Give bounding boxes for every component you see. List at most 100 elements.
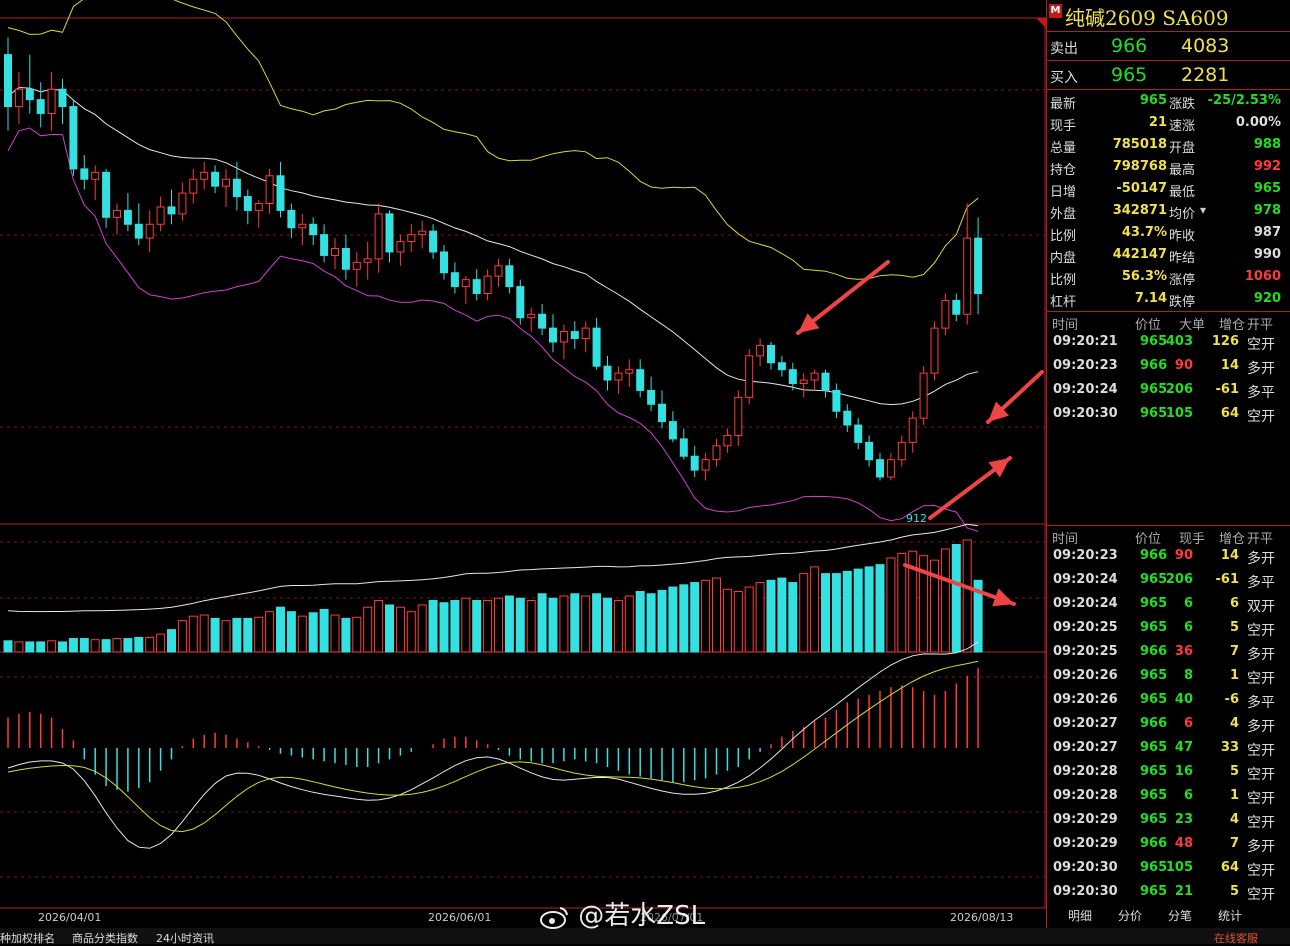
volume-bar [276, 606, 285, 653]
kline-chart[interactable]: 912 2026/04/01 2026/06/01 2026/07/01 202… [0, 0, 1046, 930]
boll-mid-line [7, 86, 979, 406]
stat-value: 7.14 [1134, 291, 1167, 306]
stat-value: 965 [1253, 181, 1281, 196]
candle-body [679, 438, 688, 457]
stat-value: 987 [1253, 225, 1281, 240]
candle-body [865, 441, 874, 461]
macd-dea-line [7, 660, 979, 833]
stat-value: 798768 [1112, 159, 1167, 174]
caret-down-icon[interactable]: ▾ [1200, 203, 1206, 217]
stat-label: 最高 [1169, 163, 1196, 178]
volume-bar [515, 597, 525, 653]
trade-type: 空开 [1247, 815, 1275, 831]
candle-body [254, 202, 263, 211]
tab-price-dist[interactable]: 分价 [1110, 906, 1150, 926]
trade-volume: 8 [1183, 668, 1193, 683]
volume-bar [624, 595, 634, 653]
stat-label: 杠杆 [1050, 295, 1077, 310]
trade-volume: 403 [1165, 334, 1193, 349]
volume-bar [940, 548, 950, 653]
trade-price: 965 [1140, 788, 1168, 803]
candle-body [941, 299, 950, 329]
candle-body [963, 237, 972, 315]
ask-row: 卖出 966 4083 [1047, 32, 1290, 60]
trade-oi-change: 126 [1211, 334, 1239, 349]
candle-body [287, 209, 296, 229]
candle-body [897, 441, 906, 461]
volume-bar [232, 617, 242, 653]
x-tick-label: 2026/04/01 [38, 911, 101, 924]
candle-body [4, 54, 12, 108]
trade-volume: 48 [1174, 836, 1193, 851]
stat-label: 速涨 [1169, 119, 1196, 134]
candle-body [581, 327, 590, 340]
candle-body [309, 223, 318, 236]
trade-time: 09:20:30 [1053, 860, 1118, 875]
candle-body [472, 279, 481, 295]
trade-time: 09:20:30 [1053, 884, 1118, 899]
trade-type: 多开 [1247, 839, 1275, 855]
trade-volume: 16 [1174, 764, 1193, 779]
stat-value: -50147 [1116, 181, 1167, 196]
bid-label: 买入 [1050, 70, 1078, 86]
stat-label: 开盘 [1169, 141, 1196, 156]
trade-price: 965 [1140, 382, 1168, 397]
big-orders-list[interactable]: 时间 价位 大单 增仓 开平 09:20:21 965 403 126 空开 09:20:23 966… [1047, 312, 1290, 428]
column-header: 大单 [1179, 318, 1206, 333]
volume-bar [864, 566, 874, 653]
stat-label: 现手 [1050, 119, 1077, 134]
candle-body [559, 331, 568, 343]
volume-bar [777, 577, 787, 653]
trade-type: 多平 [1247, 695, 1275, 711]
volume-bar [613, 599, 623, 653]
stat-value: 21 [1148, 115, 1167, 130]
volume-bar [58, 641, 67, 653]
trade-volume: 6 [1183, 788, 1193, 803]
candle-body [505, 265, 514, 288]
candle-body [25, 88, 34, 101]
volume-bar [504, 595, 514, 653]
volume-bar [47, 640, 57, 653]
volume-bar [548, 597, 558, 653]
stat-value: 0.00% [1235, 115, 1281, 130]
volume-bar [374, 599, 384, 653]
trade-oi-change: 4 [1229, 716, 1239, 731]
candle-body [178, 192, 187, 215]
trade-type: 多开 [1247, 719, 1275, 735]
volume-bar [286, 611, 296, 653]
tab-statistics[interactable]: 统计 [1210, 906, 1250, 926]
candle-body [407, 234, 416, 243]
volume-bar [439, 602, 449, 653]
volume-bar [712, 577, 721, 653]
ask-volume: 4083 [1181, 35, 1230, 57]
volume-bar [722, 588, 732, 653]
trade-oi-change: 33 [1220, 740, 1239, 755]
trade-time: 09:20:26 [1053, 692, 1118, 707]
macd-dif-line [7, 641, 979, 849]
volume-bar [243, 617, 253, 653]
trade-volume: 6 [1183, 716, 1193, 731]
trade-time: 09:20:28 [1053, 764, 1118, 779]
stat-value: 965 [1139, 93, 1167, 108]
stat-label: 昨收 [1169, 229, 1196, 244]
trade-volume: 90 [1174, 358, 1193, 373]
volume-bar [494, 597, 503, 653]
trade-time: 09:20:28 [1053, 788, 1118, 803]
candle-body [538, 313, 547, 329]
tab-detail[interactable]: 明细 [1060, 906, 1100, 926]
volume-bar [221, 620, 231, 653]
bid-row: 买入 965 2281 [1047, 61, 1290, 89]
volume-bar [319, 608, 329, 653]
volume-bar [886, 557, 896, 653]
candle-body [461, 279, 470, 288]
candle-body [832, 389, 841, 412]
candle-body [549, 327, 557, 343]
candle-body [734, 396, 743, 436]
trade-type: 空开 [1247, 863, 1275, 879]
candle-body [396, 241, 405, 253]
column-header: 增仓 [1219, 532, 1246, 547]
trade-time: 09:20:24 [1053, 572, 1118, 587]
tick-detail-list[interactable]: 时间 价位 现手 增仓 开平 09:20:23 966 90 14 多开 09:20:24 965 20… [1047, 526, 1290, 906]
tab-ticks[interactable]: 分笔 [1160, 906, 1200, 926]
volume-bar [14, 641, 24, 653]
